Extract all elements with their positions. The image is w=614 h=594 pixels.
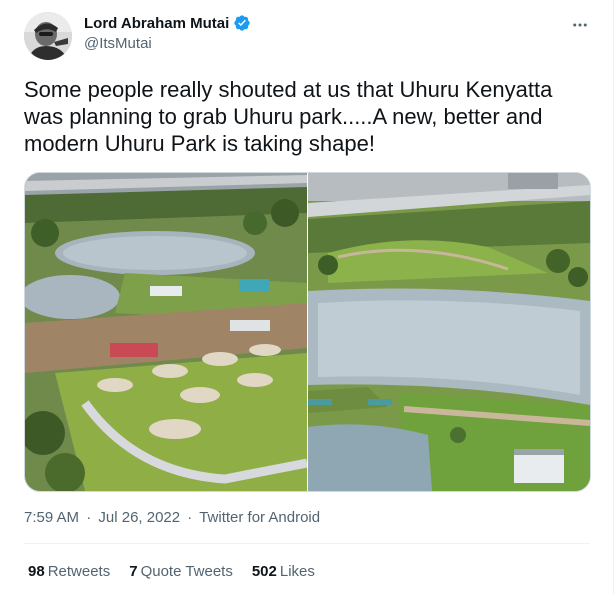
quote-tweets-count: 7 [129, 563, 138, 580]
more-horizontal-icon [573, 23, 587, 27]
author-handle[interactable]: @ItsMutai [84, 35, 152, 52]
tweet-meta: 7:59 AM · Jul 26, 2022 · Twitter for And… [24, 509, 320, 526]
tweet-date[interactable]: Jul 26, 2022 [98, 509, 180, 526]
author-display-name[interactable]: Lord Abraham Mutai [84, 15, 229, 32]
likes-count: 502 [251, 563, 277, 580]
media-grid [24, 172, 591, 492]
divider-top [24, 543, 590, 544]
avatar[interactable] [24, 12, 72, 60]
retweets-count: 98 [28, 563, 45, 580]
tweet-time[interactable]: 7:59 AM [24, 509, 79, 526]
quote-tweets-label: Quote Tweets [140, 563, 233, 580]
retweets-label: Retweets [47, 563, 111, 580]
tweet-source[interactable]: Twitter for Android [199, 509, 320, 526]
verified-badge-icon [234, 15, 250, 31]
likes-label: Likes [279, 563, 315, 580]
stat-likes[interactable]: 502 Likes [252, 563, 315, 580]
tweet-stats: 98 Retweets 7 Quote Tweets 502 Likes [28, 563, 334, 580]
photo-park-aerial-right[interactable] [308, 173, 590, 491]
author-name-row[interactable]: Lord Abraham Mutai [84, 14, 251, 32]
meta-separator: · [86, 509, 92, 526]
tweet-text: Some people really shouted at us that Uh… [24, 77, 553, 156]
photo-park-aerial-left[interactable] [25, 173, 307, 491]
stat-retweets[interactable]: 98 Retweets [28, 563, 110, 580]
more-options-button[interactable] [569, 14, 591, 36]
tweet-card: Lord Abraham Mutai @ItsMutai Some people… [0, 0, 614, 594]
stat-quote-tweets[interactable]: 7 Quote Tweets [129, 563, 233, 580]
meta-separator-2: · [187, 509, 193, 526]
